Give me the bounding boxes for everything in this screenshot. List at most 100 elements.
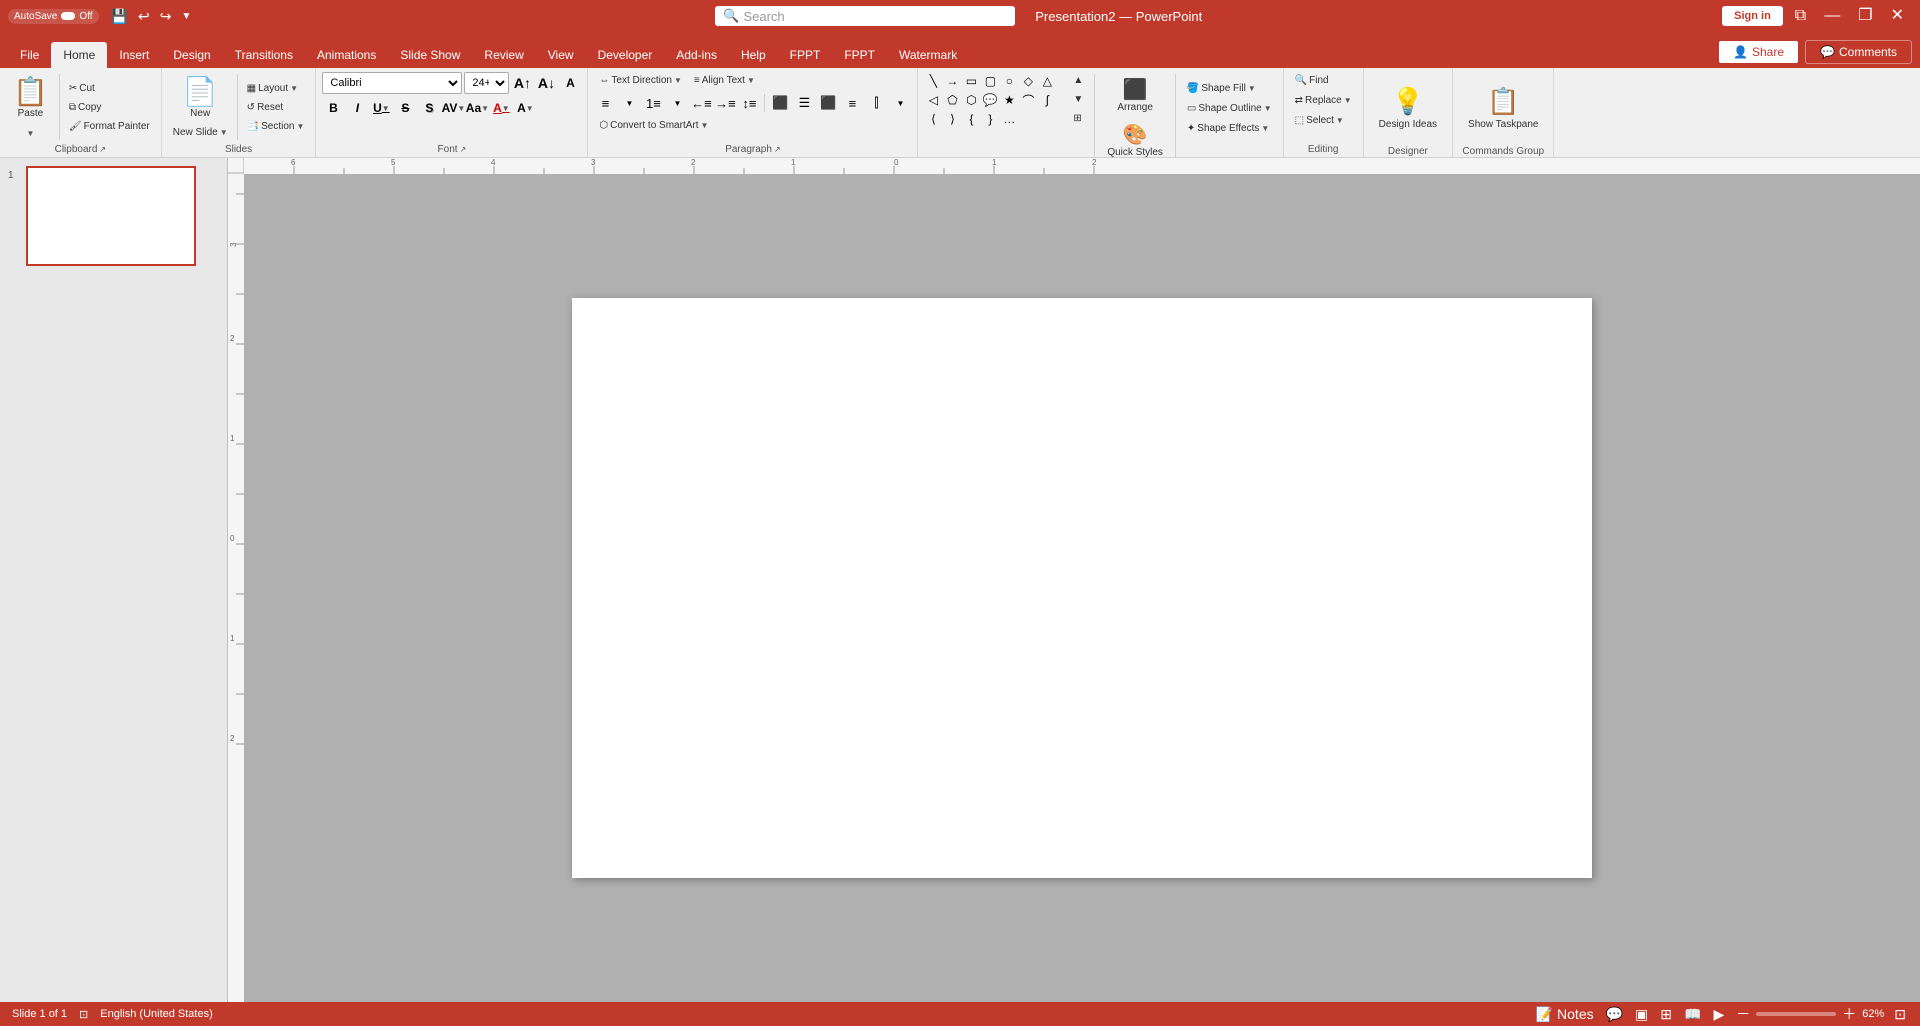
slide-canvas[interactable] (572, 298, 1592, 878)
slideshow-button[interactable]: ▶ (1711, 1006, 1726, 1023)
shapes-scroll-down[interactable]: ▼ (1068, 91, 1088, 108)
text-direction-button[interactable]: ⇔ Text Direction ▼ (594, 72, 687, 89)
save-button[interactable]: 💾 (107, 6, 132, 27)
clipboard-expand-icon[interactable]: ↗ (99, 145, 106, 154)
tab-file[interactable]: File (8, 42, 51, 68)
tab-watermark[interactable]: Watermark (887, 42, 969, 68)
align-center-button[interactable]: ☰ (793, 92, 815, 114)
shape-custom4[interactable]: ⟩ (943, 110, 961, 128)
tab-view[interactable]: View (536, 42, 586, 68)
shape-hex[interactable]: ⬡ (962, 91, 980, 109)
quick-styles-button[interactable]: 🎨 Quick Styles (1101, 121, 1169, 162)
reading-view-button[interactable]: 📖 (1682, 1006, 1703, 1023)
shrink-font-button[interactable]: A↓ (535, 72, 557, 94)
shape-outline-button[interactable]: ▭ Shape Outline ▼ (1182, 100, 1277, 117)
restore-button[interactable]: ⧉ (1787, 4, 1814, 28)
shape-star[interactable]: ★ (1000, 91, 1018, 109)
redo-button[interactable]: ↪ (156, 6, 176, 27)
numbering-button[interactable]: 1≡ (642, 92, 664, 114)
minimize-button[interactable]: — (1816, 4, 1848, 28)
shapes-expand[interactable]: ⊞ (1068, 110, 1088, 127)
shape-more[interactable]: … (1000, 110, 1018, 128)
tab-help[interactable]: Help (729, 42, 778, 68)
shape-custom2[interactable]: ∫ (1038, 91, 1056, 109)
format-painter-button[interactable]: 🖌 Format Painter (64, 118, 155, 135)
autosave-toggle[interactable]: AutoSave Off (8, 9, 99, 24)
copy-button[interactable]: ⧉ Copy (64, 99, 155, 116)
char-spacing-button[interactable]: AV▼ (442, 97, 464, 119)
fit-window-button[interactable]: ⊡ (1892, 1006, 1908, 1023)
share-button[interactable]: 👤 Share (1718, 40, 1799, 64)
tab-transitions[interactable]: Transitions (223, 42, 305, 68)
cut-button[interactable]: ✂ Cut (64, 80, 155, 97)
tab-slideshow[interactable]: Slide Show (388, 42, 472, 68)
search-bar[interactable]: 🔍 Search (715, 6, 1015, 26)
comments-button[interactable]: 💬 Comments (1805, 40, 1912, 64)
shape-oval[interactable]: ○ (1000, 72, 1018, 90)
shape-effects-button[interactable]: ✦ Shape Effects ▼ (1182, 120, 1277, 137)
show-taskpane-button[interactable]: 📋 Show Taskpane (1459, 72, 1547, 144)
select-button[interactable]: ⬚ Select ▼ (1290, 112, 1349, 129)
new-slide-dropdown[interactable]: New Slide ▼ (168, 124, 233, 141)
text-shadow-button[interactable]: S (418, 97, 440, 119)
normal-view-button[interactable]: ▣ (1633, 1006, 1650, 1023)
tab-animations[interactable]: Animations (305, 42, 388, 68)
numbering-dropdown[interactable]: ▼ (666, 92, 688, 114)
slide-1-thumbnail[interactable] (26, 166, 196, 266)
replace-button[interactable]: ⇄ Replace ▼ (1290, 92, 1357, 109)
font-family-select[interactable]: Calibri (322, 72, 462, 94)
shape-arrow[interactable]: → (943, 72, 961, 90)
fit-slide-icon[interactable]: ⊡ (79, 1008, 88, 1021)
shapes-scroll-up[interactable]: ▲ (1068, 72, 1088, 89)
shape-custom1[interactable]: ⌒ (1019, 91, 1037, 109)
shape-custom3[interactable]: ⟨ (924, 110, 942, 128)
align-right-button[interactable]: ⬛ (817, 92, 839, 114)
tab-developer[interactable]: Developer (586, 42, 665, 68)
justify-button[interactable]: ≡ (841, 92, 863, 114)
font-color-button[interactable]: A ▼ (490, 97, 512, 119)
section-button[interactable]: 📑 Section ▼ (242, 118, 310, 135)
align-left-button[interactable]: ⬛ (769, 92, 791, 114)
find-button[interactable]: 🔍 Find (1290, 72, 1334, 89)
tab-fppt2[interactable]: FPPT (832, 42, 887, 68)
columns-dropdown[interactable]: ▼ (889, 92, 911, 114)
shape-rtriangle[interactable]: ◁ (924, 91, 942, 109)
undo-button[interactable]: ↩ (134, 6, 154, 27)
shape-pentagon[interactable]: ⬠ (943, 91, 961, 109)
shape-diamond[interactable]: ◇ (1019, 72, 1037, 90)
underline-button[interactable]: U ▼ (370, 97, 392, 119)
tab-fppt1[interactable]: FPPT (778, 42, 833, 68)
signin-button[interactable]: Sign in (1722, 6, 1783, 26)
decrease-indent-button[interactable]: ←≡ (690, 92, 712, 114)
increase-indent-button[interactable]: →≡ (714, 92, 736, 114)
shape-rounded-rect[interactable]: ▢ (981, 72, 999, 90)
shape-rect[interactable]: ▭ (962, 72, 980, 90)
tab-design[interactable]: Design (161, 42, 222, 68)
clear-format-button[interactable]: A (559, 72, 581, 94)
shape-callout[interactable]: 💬 (981, 91, 999, 109)
bold-button[interactable]: B (322, 97, 344, 119)
shape-line[interactable]: ╲ (924, 72, 942, 90)
zoom-slider[interactable] (1756, 1012, 1836, 1016)
paste-dropdown[interactable]: ▼ (21, 126, 39, 141)
bullets-button[interactable]: ≡ (594, 92, 616, 114)
new-slide-button[interactable]: 📄 New (176, 73, 225, 124)
font-size-select[interactable]: 24+ (464, 72, 509, 94)
customize-qat-button[interactable]: ▼ (177, 6, 195, 27)
tab-addins[interactable]: Add-ins (664, 42, 729, 68)
highlight-button[interactable]: A ▼ (514, 97, 536, 119)
tab-review[interactable]: Review (472, 42, 535, 68)
design-ideas-button[interactable]: 💡 Design Ideas (1370, 72, 1446, 144)
maximize-button[interactable]: ❐ (1850, 4, 1880, 28)
shape-triangle[interactable]: △ (1038, 72, 1056, 90)
shape-custom5[interactable]: { (962, 110, 980, 128)
paragraph-expand-icon[interactable]: ↗ (774, 145, 781, 154)
tab-home[interactable]: Home (51, 42, 107, 68)
paste-button[interactable]: 📋 Paste (6, 73, 55, 124)
arrange-button[interactable]: ⬛ Arrange (1111, 76, 1159, 117)
slide-sorter-button[interactable]: ⊞ (1658, 1006, 1674, 1023)
italic-button[interactable]: I (346, 97, 368, 119)
zoom-in-button[interactable]: ＋ (1840, 1004, 1858, 1024)
tab-insert[interactable]: Insert (107, 42, 161, 68)
columns-button[interactable]: ⫿ (865, 92, 887, 114)
